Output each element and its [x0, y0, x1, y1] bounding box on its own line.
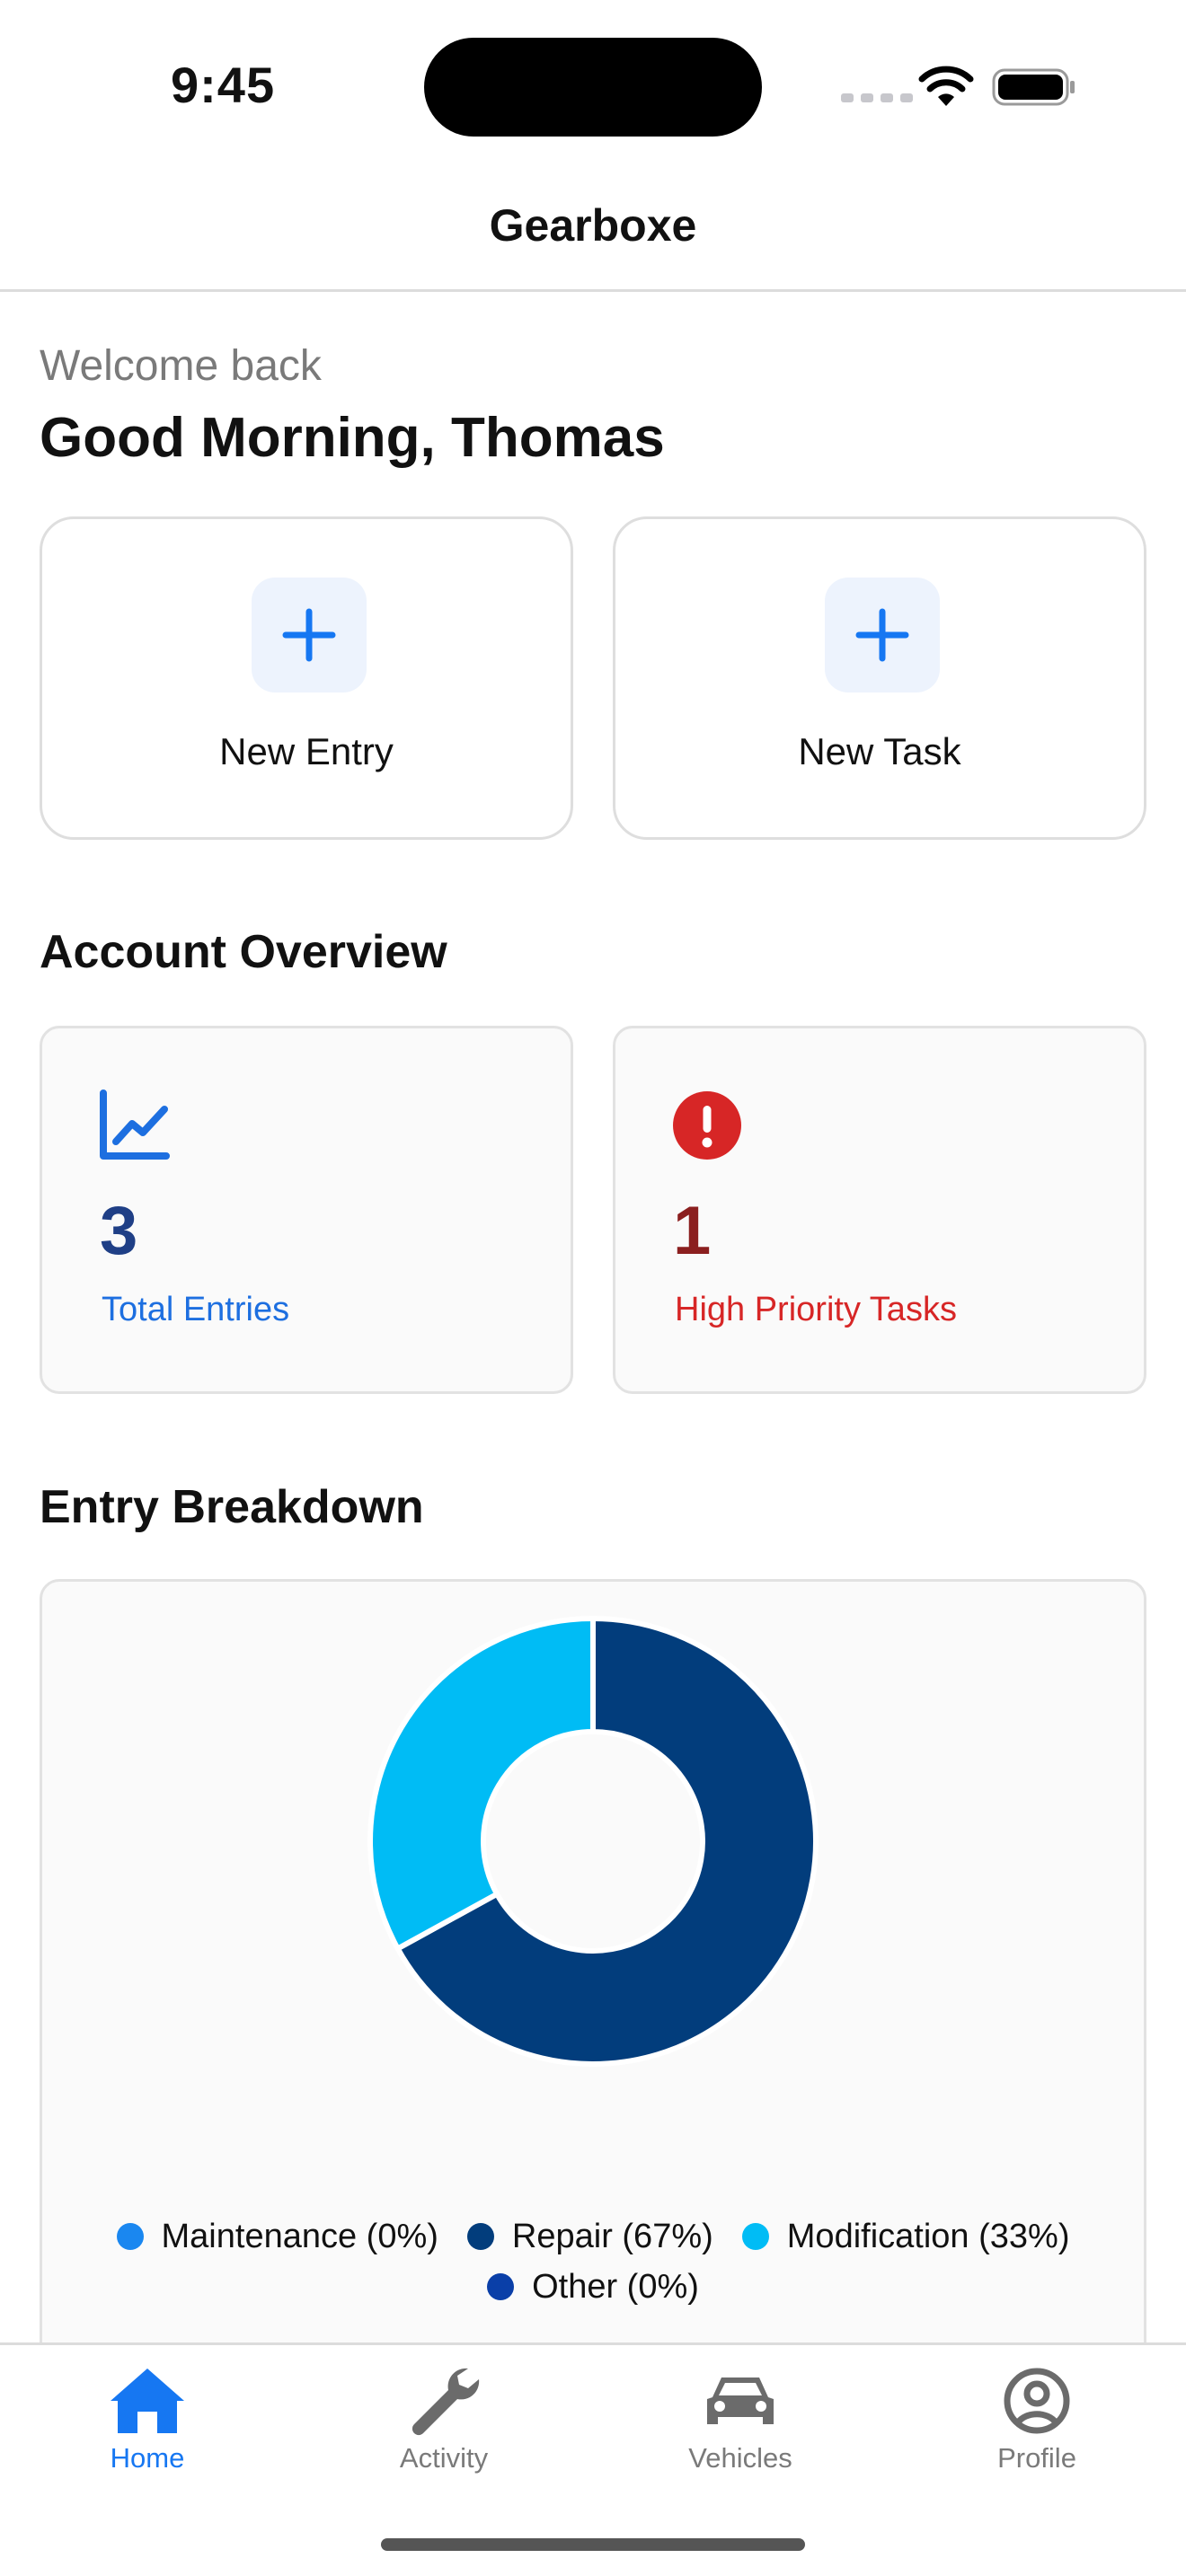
legend-dot-maintenance: [116, 2223, 144, 2250]
tab-home[interactable]: Home: [40, 2365, 255, 2475]
legend-item-repair[interactable]: Repair (67%): [466, 2211, 713, 2262]
tab-vehicles-label: Vehicles: [688, 2442, 792, 2474]
wrench-icon: [412, 2368, 480, 2436]
tab-profile-label: Profile: [997, 2442, 1076, 2474]
legend-label-maintenance: Maintenance (0%): [161, 2218, 438, 2255]
legend-item-modification[interactable]: Modification (33%): [741, 2211, 1070, 2262]
legend-dot-other: [487, 2273, 515, 2300]
home-icon: [111, 2369, 184, 2433]
tab-activity[interactable]: Activity: [336, 2365, 552, 2475]
chart-legend: Maintenance (0%) Repair (67%) Modificati…: [0, 2211, 1186, 2312]
tab-profile[interactable]: Profile: [929, 2365, 1145, 2475]
legend-dot-modification: [741, 2223, 769, 2250]
legend-item-other[interactable]: Other (0%): [487, 2262, 699, 2312]
tab-vehicles[interactable]: Vehicles: [633, 2365, 848, 2475]
entry-breakdown-donut-chart: [367, 1615, 819, 2067]
legend-item-maintenance[interactable]: Maintenance (0%): [116, 2211, 438, 2262]
home-indicator: [381, 2538, 805, 2551]
tab-home-label: Home: [110, 2442, 185, 2474]
legend-label-other: Other (0%): [532, 2268, 699, 2306]
legend-label-modification: Modification (33%): [786, 2218, 1070, 2255]
legend-dot-repair: [466, 2223, 494, 2250]
car-icon: [707, 2378, 774, 2424]
donut-slice-modification[interactable]: [367, 1615, 596, 1953]
tab-activity-label: Activity: [399, 2442, 489, 2474]
profile-icon: [1004, 2368, 1070, 2434]
legend-label-repair: Repair (67%): [511, 2218, 713, 2255]
